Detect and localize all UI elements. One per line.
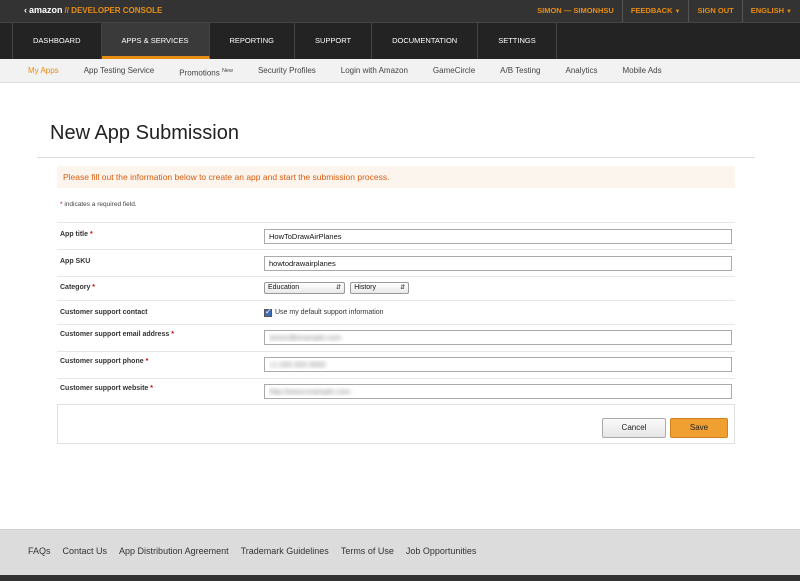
- app-sku-control: [264, 256, 732, 271]
- required-star: *: [89, 231, 93, 238]
- subnav-analytics[interactable]: Analytics: [565, 59, 597, 82]
- info-notice: Please fill out the information below to…: [57, 166, 735, 188]
- footer-link-contact-us[interactable]: Contact Us: [63, 546, 108, 556]
- sign-out-link[interactable]: SIGN OUT: [688, 0, 741, 22]
- nav-settings[interactable]: SETTINGS: [478, 23, 557, 59]
- category-select[interactable]: Education ⇵: [264, 282, 345, 294]
- required-star: *: [60, 201, 63, 208]
- form-actions: Cancel Save: [57, 404, 735, 444]
- required-star: *: [145, 358, 149, 365]
- user-menu[interactable]: SIMON — SIMONHSU: [529, 0, 622, 22]
- sign-out-label: SIGN OUT: [697, 6, 734, 15]
- support-email-input[interactable]: [264, 330, 732, 345]
- language-menu[interactable]: ENGLISH ▼: [741, 0, 800, 22]
- footer-link-job-opportunities[interactable]: Job Opportunities: [406, 546, 477, 556]
- app-sku-row: App SKU: [57, 249, 735, 276]
- app-title-label-text: App title: [60, 231, 88, 238]
- footer-bottom-strip: [0, 575, 800, 581]
- select-arrows-icon: ⇵: [400, 285, 406, 291]
- chevron-left-icon: ‹: [24, 5, 27, 15]
- nav-apps-services[interactable]: APPS & SERVICES: [101, 23, 210, 59]
- subnav-ab-testing[interactable]: A/B Testing: [500, 59, 540, 82]
- support-phone-row: Customer support phone *: [57, 351, 735, 378]
- developer-console-label: // DEVELOPER CONSOLE: [64, 6, 163, 15]
- footer-links: FAQs Contact Us App Distribution Agreeme…: [28, 546, 488, 556]
- support-contact-row: Customer support contact Use my default …: [57, 300, 735, 324]
- required-note-text: indicates a required field.: [64, 201, 137, 208]
- page-title: New App Submission: [50, 122, 239, 144]
- cancel-button[interactable]: Cancel: [602, 418, 666, 438]
- category-select-value: Education: [268, 284, 300, 291]
- footer: FAQs Contact Us App Distribution Agreeme…: [0, 529, 800, 581]
- support-email-label: Customer support email address *: [60, 331, 174, 338]
- app-sku-input[interactable]: [264, 256, 732, 271]
- category-row: Category * Education ⇵ History ⇵: [57, 276, 735, 300]
- nav-support[interactable]: SUPPORT: [295, 23, 373, 59]
- user-name: SIMON — SIMONHSU: [537, 6, 614, 15]
- nav-dashboard[interactable]: DASHBOARD: [12, 23, 102, 59]
- footer-link-trademark-guidelines[interactable]: Trademark Guidelines: [241, 546, 329, 556]
- app-title-control: [264, 229, 732, 244]
- default-support-checkbox-label[interactable]: Use my default support information: [275, 309, 384, 316]
- save-button[interactable]: Save: [670, 418, 728, 438]
- support-website-label: Customer support website *: [60, 385, 153, 392]
- subnav-security-profiles[interactable]: Security Profiles: [258, 59, 316, 82]
- support-email-control: [264, 330, 732, 345]
- main-nav: DASHBOARD APPS & SERVICES REPORTING SUPP…: [0, 22, 800, 59]
- support-phone-input[interactable]: [264, 357, 732, 372]
- support-email-row: Customer support email address *: [57, 324, 735, 351]
- default-support-checkbox[interactable]: [264, 307, 272, 317]
- app-sku-label: App SKU: [60, 258, 91, 265]
- title-divider: [37, 157, 755, 158]
- top-right-menu: SIMON — SIMONHSU FEEDBACK ▼ SIGN OUT ENGL…: [529, 0, 800, 22]
- new-badge: New: [221, 68, 233, 74]
- category-label-text: Category: [60, 284, 91, 291]
- footer-link-terms-of-use[interactable]: Terms of Use: [341, 546, 394, 556]
- app-title-input[interactable]: [264, 229, 732, 244]
- support-contact-label: Customer support contact: [60, 309, 148, 316]
- category-control: Education ⇵ History ⇵: [264, 282, 410, 294]
- subnav-gamecircle[interactable]: GameCircle: [433, 59, 475, 82]
- caret-down-icon: ▼: [786, 9, 792, 15]
- support-website-input[interactable]: [264, 384, 732, 399]
- support-email-label-text: Customer support email address: [60, 331, 170, 338]
- brand-name: amazon: [29, 5, 63, 15]
- support-website-control: [264, 384, 732, 399]
- required-star: *: [92, 284, 96, 291]
- subnav-my-apps[interactable]: My Apps: [28, 59, 59, 82]
- select-arrows-icon: ⇵: [335, 285, 341, 291]
- support-phone-label-text: Customer support phone: [60, 358, 144, 365]
- app-title-label: App title *: [60, 231, 93, 238]
- footer-link-faqs[interactable]: FAQs: [28, 546, 51, 556]
- promotions-label: Promotions: [179, 68, 220, 78]
- language-label: ENGLISH: [750, 6, 785, 15]
- subnav-promotions[interactable]: Promotions New: [179, 59, 233, 82]
- footer-link-app-distribution-agreement[interactable]: App Distribution Agreement: [119, 546, 229, 556]
- feedback-label: FEEDBACK: [630, 6, 673, 15]
- feedback-menu[interactable]: FEEDBACK ▼: [621, 0, 689, 22]
- support-phone-label: Customer support phone *: [60, 358, 148, 365]
- top-bar: ‹ amazon// DEVELOPER CONSOLE SIMON — SIMO…: [0, 0, 800, 22]
- required-star: *: [171, 331, 174, 338]
- amazon-logo[interactable]: ‹ amazon// DEVELOPER CONSOLE: [24, 5, 162, 15]
- sub-nav: My Apps App Testing Service Promotions N…: [0, 59, 800, 83]
- nav-documentation[interactable]: DOCUMENTATION: [372, 23, 479, 59]
- app-title-row: App title *: [57, 222, 735, 249]
- subcategory-select[interactable]: History ⇵: [350, 282, 410, 294]
- nav-reporting[interactable]: REPORTING: [210, 23, 295, 59]
- required-star: *: [150, 385, 153, 392]
- category-label: Category *: [60, 284, 95, 291]
- subnav-mobile-ads[interactable]: Mobile Ads: [623, 59, 662, 82]
- app-submission-form: App title * App SKU Category * Education…: [57, 222, 735, 404]
- support-contact-control: Use my default support information: [264, 307, 384, 317]
- required-field-note: * indicates a required field.: [60, 201, 137, 208]
- support-website-label-text: Customer support website: [60, 385, 149, 392]
- support-website-row: Customer support website *: [57, 378, 735, 404]
- subnav-app-testing-service[interactable]: App Testing Service: [84, 59, 155, 82]
- subnav-login-with-amazon[interactable]: Login with Amazon: [341, 59, 408, 82]
- subcategory-select-value: History: [354, 284, 377, 291]
- caret-down-icon: ▼: [674, 9, 681, 15]
- support-phone-control: [264, 357, 732, 372]
